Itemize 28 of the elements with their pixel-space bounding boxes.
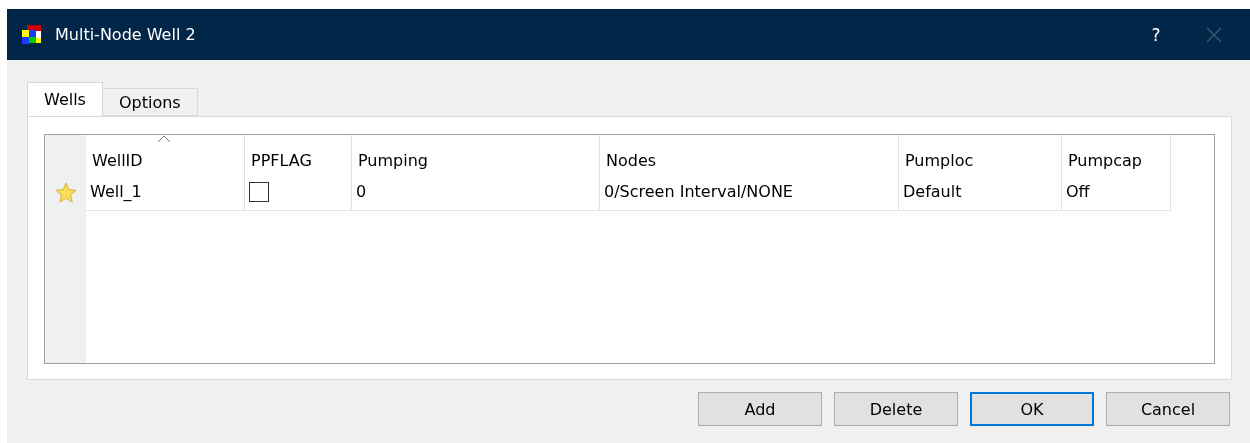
window-title: Multi-Node Well 2	[55, 25, 197, 44]
tab[interactable]: Wells	[27, 82, 103, 116]
column-header[interactable]: Pumploc	[899, 135, 1062, 173]
star-icon	[54, 181, 77, 203]
column-label: PPFLAG	[251, 151, 312, 170]
table-cell: Default	[899, 173, 1062, 211]
dialog-button[interactable]: Cancel	[1106, 392, 1230, 426]
column-label: Pumpcap	[1068, 151, 1142, 170]
table-cell: 0/Screen Interval/NONE	[600, 173, 899, 211]
column-header[interactable]: Pumping	[352, 135, 600, 173]
dialog-button[interactable]: Delete	[834, 392, 958, 426]
column-label: Nodes	[606, 151, 657, 170]
column-header[interactable]: Pumpcap	[1062, 135, 1171, 173]
column-header[interactable]: Nodes	[600, 135, 899, 173]
table-cell: 0	[352, 173, 600, 211]
help-button[interactable]: ?	[1136, 23, 1176, 46]
checkbox[interactable]	[249, 181, 269, 202]
app-icon	[21, 23, 43, 46]
column-header[interactable]: WellID	[86, 135, 245, 173]
dialog-button[interactable]: Add	[698, 392, 822, 426]
column-label: Pumping	[358, 151, 428, 170]
tab[interactable]: Options	[101, 88, 198, 116]
column-label: WellID	[92, 151, 143, 170]
column-header[interactable]: PPFLAG	[245, 135, 352, 173]
column-label: Pumploc	[905, 151, 974, 170]
table-cell: Off	[1062, 173, 1171, 211]
table-cell: Well_1	[86, 173, 245, 211]
dialog-button[interactable]: OK	[970, 392, 1094, 426]
